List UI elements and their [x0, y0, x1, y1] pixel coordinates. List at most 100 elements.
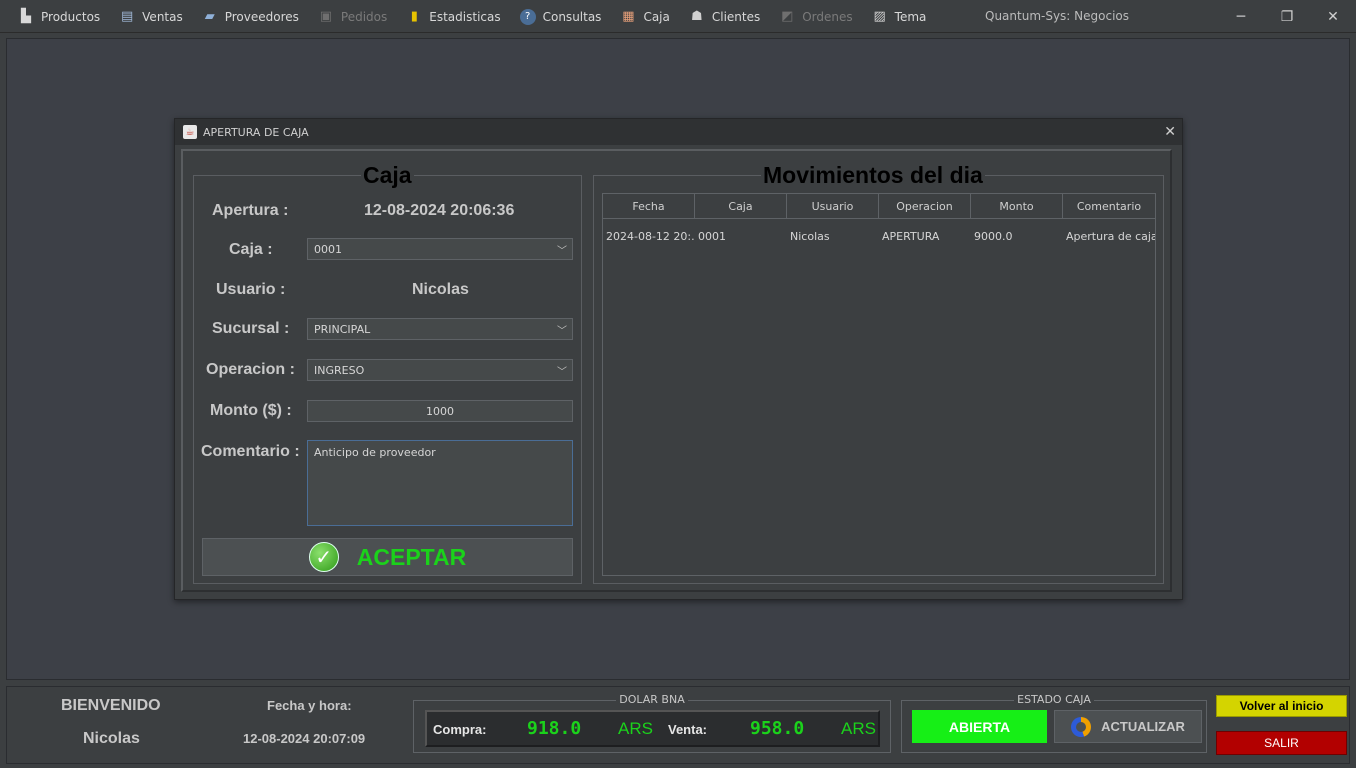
menu-ordenes[interactable]: ◩ Ordenes — [769, 0, 861, 33]
help-icon: ? — [519, 8, 536, 25]
chevron-down-icon: ﹀ — [557, 367, 567, 378]
operacion-select[interactable]: INGRESO ﹀ — [307, 359, 573, 381]
menu-estadisticas[interactable]: ▮ Estadisticas — [396, 0, 509, 33]
apertura-label: Apertura : — [212, 202, 289, 219]
compra-currency: ARS — [618, 719, 653, 738]
caja-panel: Caja Apertura : 12-08-2024 20:06:36 Caja… — [193, 162, 582, 584]
salir-button[interactable]: SALIR — [1216, 731, 1347, 755]
menu-ordenes-label: Ordenes — [802, 9, 853, 24]
menu-consultas-label: Consultas — [542, 9, 602, 24]
dialog-title: APERTURA DE CAJA — [203, 125, 309, 139]
menu-ventas[interactable]: ▤ Ventas — [109, 0, 192, 33]
window-controls: ─ ❐ ✕ — [1218, 0, 1356, 33]
caja-select[interactable]: 0001 ﹀ — [307, 238, 573, 260]
dialog-titlebar[interactable]: ☕ APERTURA DE CAJA — [175, 119, 1182, 145]
dialog-close-icon[interactable]: ✕ — [1164, 124, 1176, 140]
estado-group-title-wrap: ESTADO CAJA — [902, 693, 1206, 706]
menu-pedidos[interactable]: ▣ Pedidos — [308, 0, 396, 33]
aceptar-label: ACEPTAR — [356, 543, 467, 570]
table-header: Fecha Caja Usuario Operacion Monto Comen… — [603, 194, 1155, 219]
table-row[interactable]: 2024-08-12 20:... 0001 Nicolas APERTURA … — [603, 224, 1155, 249]
menu-clientes[interactable]: ☗ Clientes — [679, 0, 769, 33]
usuario-label: Usuario : — [216, 281, 286, 298]
caja-select-value: 0001 — [314, 242, 342, 256]
column-header-usuario[interactable]: Usuario — [787, 194, 879, 218]
user-name: Nicolas — [83, 730, 140, 747]
apertura-caja-dialog: ☕ APERTURA DE CAJA ✕ Caja Apertura : 12-… — [174, 118, 1183, 600]
clients-icon: ☗ — [691, 9, 703, 24]
orders-icon: ▣ — [319, 9, 333, 24]
products-icon: ▙ — [21, 9, 31, 24]
menu-ventas-label: Ventas — [142, 9, 183, 24]
movimientos-table[interactable]: Fecha Caja Usuario Operacion Monto Comen… — [602, 193, 1156, 576]
cell-usuario: Nicolas — [790, 230, 830, 243]
app-title: Quantum-Sys: Negocios — [985, 9, 1130, 23]
venta-value: 958.0 — [750, 718, 805, 739]
movimientos-panel: Movimientos del dia Fecha Caja Usuario O… — [593, 162, 1164, 584]
chevron-down-icon: ﹀ — [557, 246, 567, 257]
bar-chart-icon: ▮ — [410, 9, 418, 24]
dolar-group: DOLAR BNA Compra: 918.0 ARS Venta: 958.0… — [413, 693, 891, 753]
comentario-textarea[interactable]: Anticipo de proveedor — [307, 440, 573, 526]
java-icon: ☕ — [183, 125, 197, 139]
theme-icon: ▨ — [873, 9, 886, 24]
aceptar-button[interactable]: ✓ ACEPTAR — [202, 538, 573, 576]
sucursal-label: Sucursal : — [212, 320, 290, 337]
monto-input[interactable]: 1000 — [307, 400, 573, 422]
menu-caja[interactable]: ▦ Caja — [610, 0, 678, 33]
menu-estadisticas-label: Estadisticas — [429, 9, 501, 24]
menu-proveedores[interactable]: ▰ Proveedores — [192, 0, 308, 33]
menu-productos[interactable]: ▙ Productos — [8, 0, 109, 33]
cash-box-icon: ▦ — [622, 9, 635, 24]
actualizar-label: ACTUALIZAR — [1101, 719, 1185, 734]
caja-label: Caja : — [229, 241, 273, 258]
movimientos-panel-title: Movimientos del dia — [761, 162, 985, 189]
monto-label: Monto ($) : — [210, 402, 292, 419]
menu-productos-label: Productos — [41, 9, 101, 24]
column-header-operacion[interactable]: Operacion — [879, 194, 971, 218]
cell-caja: 0001 — [698, 230, 726, 243]
actualizar-button[interactable]: ACTUALIZAR — [1054, 710, 1202, 743]
drill-icon: ◩ — [781, 9, 794, 24]
volver-inicio-button[interactable]: Volver al inicio — [1216, 695, 1347, 717]
comentario-label: Comentario : — [201, 443, 300, 460]
close-window-icon[interactable]: ✕ — [1310, 0, 1356, 33]
column-header-fecha[interactable]: Fecha — [603, 194, 695, 218]
menu-pedidos-label: Pedidos — [340, 9, 388, 24]
menu-consultas[interactable]: ? Consultas — [510, 0, 611, 33]
menu-items: ▙ Productos ▤ Ventas ▰ Proveedores ▣ Ped… — [8, 0, 935, 33]
column-header-monto[interactable]: Monto — [971, 194, 1063, 218]
menu-proveedores-label: Proveedores — [224, 9, 299, 24]
estado-title: ESTADO CAJA — [1014, 693, 1094, 706]
sales-icon: ▤ — [121, 9, 134, 24]
menu-caja-label: Caja — [643, 9, 670, 24]
compra-value: 918.0 — [527, 718, 582, 739]
menu-tema[interactable]: ▨ Tema — [862, 0, 936, 33]
operacion-label: Operacion : — [206, 361, 295, 378]
bienvenido-label: BIENVENIDO — [61, 697, 161, 714]
fecha-hora-label: Fecha y hora: — [267, 698, 352, 713]
statusbar: BIENVENIDO Nicolas Fecha y hora: 12-08-2… — [6, 686, 1350, 764]
menu-clientes-label: Clientes — [711, 9, 761, 24]
estado-caja-group: ESTADO CAJA ABIERTA ACTUALIZAR — [901, 693, 1207, 753]
minimize-icon[interactable]: ─ — [1218, 0, 1264, 33]
restore-icon[interactable]: ❐ — [1264, 0, 1310, 33]
usuario-value: Nicolas — [412, 281, 469, 298]
chevron-down-icon: ﹀ — [557, 326, 567, 337]
estado-status-badge: ABIERTA — [912, 710, 1047, 743]
dolar-display: Compra: 918.0 ARS Venta: 958.0 ARS — [425, 710, 880, 747]
refresh-icon — [1071, 716, 1092, 737]
venta-currency: ARS — [841, 719, 876, 738]
venta-label: Venta: — [668, 722, 708, 737]
menu-tema-label: Tema — [894, 9, 927, 24]
sucursal-select[interactable]: PRINCIPAL ﹀ — [307, 318, 573, 340]
dolar-title: DOLAR BNA — [616, 693, 688, 706]
cell-fecha: 2024-08-12 20:... — [606, 230, 695, 243]
compra-label: Compra: — [433, 722, 487, 737]
column-header-comentario[interactable]: Comentario — [1063, 194, 1155, 218]
cell-operacion: APERTURA — [882, 230, 940, 243]
apertura-value: 12-08-2024 20:06:36 — [364, 202, 515, 219]
column-header-caja[interactable]: Caja — [695, 194, 787, 218]
dolar-group-title-wrap: DOLAR BNA — [414, 693, 890, 706]
operacion-select-value: INGRESO — [314, 363, 365, 377]
